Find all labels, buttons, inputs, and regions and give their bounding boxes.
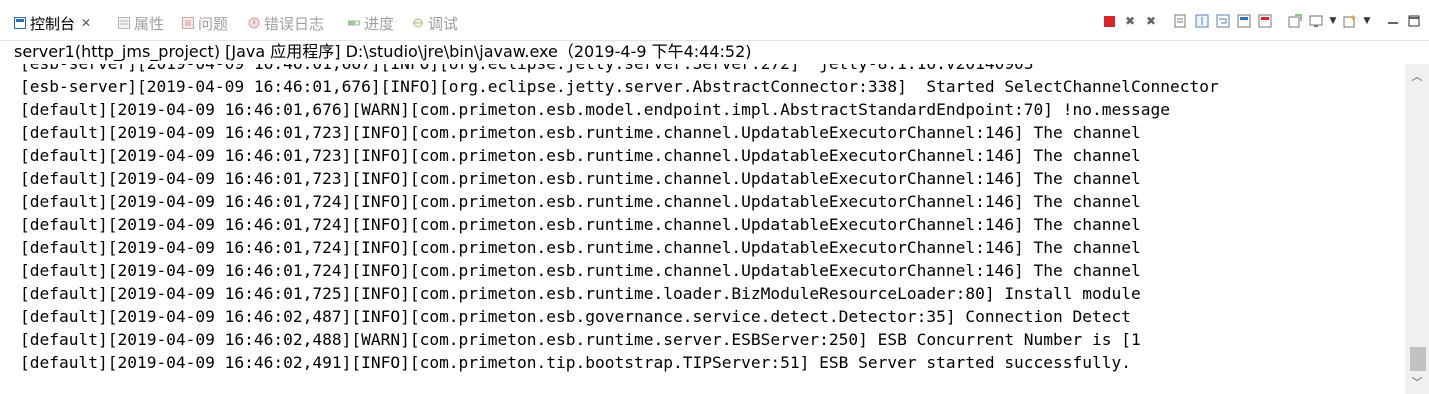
scroll-down-icon[interactable]: ﹀ [1405,370,1429,394]
console-line: [default][2019-04-09 16:46:01,723][INFO]… [20,146,1141,165]
tab-label: 错误日志 [264,14,325,33]
minimize-icon[interactable] [1384,12,1402,30]
console-line: [default][2019-04-09 16:46:01,724][INFO]… [20,238,1141,257]
debug-icon [412,17,424,29]
display-selected-console-icon[interactable] [1307,12,1325,30]
toolbar-separator [1375,12,1381,30]
toolbar-separator [1163,12,1169,30]
console-line: [default][2019-04-09 16:46:01,723][INFO]… [20,169,1141,188]
console-line: [default][2019-04-09 16:46:01,725][INFO]… [20,284,1141,303]
close-icon[interactable]: ✕ [81,16,91,30]
vertical-scrollbar[interactable]: ︿ ﹀ [1405,64,1429,394]
scrollbar-thumb[interactable] [1410,347,1426,371]
tab-label: 控制台 [30,14,76,33]
chevron-down-icon[interactable]: ▼ [1328,12,1338,30]
tab-debug[interactable]: 调试 [412,10,458,36]
tab-label: 调试 [428,14,459,33]
tab-label: 问题 [198,14,229,33]
tab-error-log[interactable]: 错误日志 [248,10,324,36]
word-wrap-icon[interactable] [1214,12,1232,30]
console-output[interactable]: [esb-server][2019-04-09 16:46:01,667][IN… [0,64,1398,394]
show-on-stderr-icon[interactable] [1256,12,1274,30]
console-line: [default][2019-04-09 16:46:02,491][INFO]… [20,353,1132,372]
clear-console-icon[interactable] [1172,12,1190,30]
console-lines: [esb-server][2019-04-09 16:46:01,667][IN… [20,64,1219,374]
tab-console[interactable]: 控制台 ✕ [14,10,91,36]
console-line: [default][2019-04-09 16:46:01,676][WARN]… [20,100,1170,119]
tab-problems[interactable]: 问题 [182,10,228,36]
properties-icon [118,17,130,29]
tab-label: 进度 [364,14,395,33]
console-line: [esb-server][2019-04-09 16:46:01,667][IN… [20,64,1219,75]
console-line: [default][2019-04-09 16:46:02,487][INFO]… [20,307,1132,326]
console-line: [default][2019-04-09 16:46:01,724][INFO]… [20,215,1141,234]
maximize-icon[interactable] [1405,12,1423,30]
terminate-icon[interactable] [1100,12,1118,30]
chevron-down-icon[interactable]: ▼ [1362,12,1372,30]
console-line: [default][2019-04-09 16:46:01,724][INFO]… [20,192,1141,211]
tab-properties[interactable]: 属性 [118,10,164,36]
console-line: [default][2019-04-09 16:46:01,723][INFO]… [20,123,1141,142]
remove-launch-icon[interactable]: ✖ [1121,12,1139,30]
show-on-stdout-icon[interactable] [1235,12,1253,30]
console-line: [default][2019-04-09 16:46:01,724][INFO]… [20,261,1141,280]
error-log-icon [248,17,260,29]
problems-icon [182,17,194,29]
console-icon [14,17,26,29]
process-label: server1(http_jms_project) [Java 应用程序] D:… [14,42,752,61]
progress-icon [348,17,360,29]
toolbar-separator [1277,12,1283,30]
tab-label: 属性 [134,14,165,33]
tab-progress[interactable]: 进度 [348,10,394,36]
console-toolbar: ✖ ✖ ▼ ▼ [1100,12,1423,30]
pin-console-icon[interactable] [1286,12,1304,30]
scroll-up-icon[interactable]: ︿ [1405,64,1429,88]
scroll-lock-icon[interactable] [1193,12,1211,30]
console-line: [esb-server][2019-04-09 16:46:01,676][IN… [20,77,1219,96]
remove-all-terminated-icon[interactable]: ✖ [1142,12,1160,30]
console-line: [default][2019-04-09 16:46:02,488][WARN]… [20,330,1141,349]
console-view-tabbar: 控制台 ✕ 属性 问题 错误日志 进度 调试 ✖ ✖ ▼ ▼ [0,0,1429,41]
open-console-icon[interactable] [1341,12,1359,30]
